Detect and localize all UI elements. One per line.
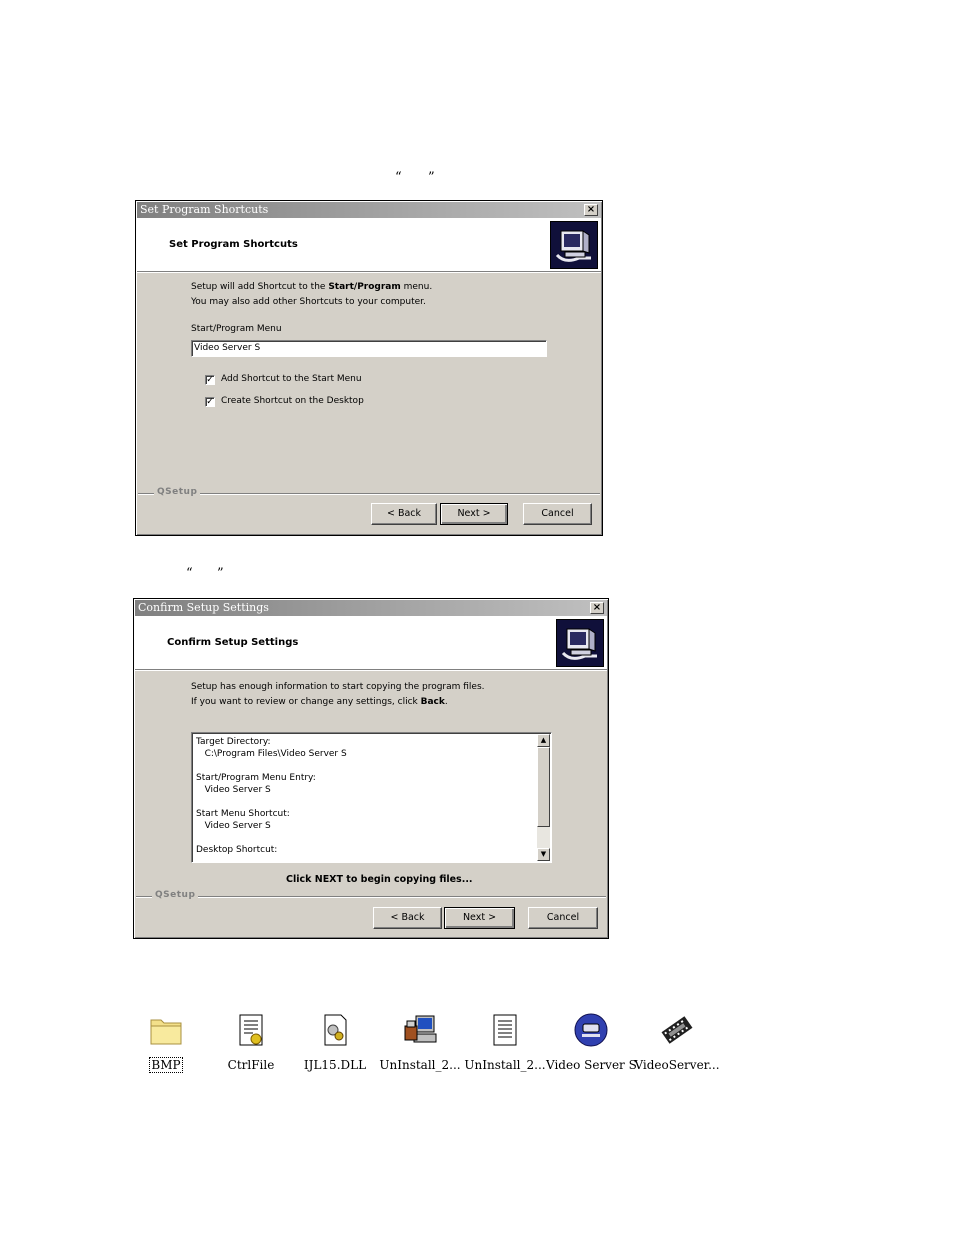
wizard-header: Set Program Shortcuts — [137, 218, 601, 272]
next-button[interactable]: Next > — [440, 503, 508, 525]
scroll-down-button[interactable]: ▼ — [537, 848, 550, 861]
intro-line1-post: menu. — [400, 282, 433, 292]
intro-line1-pre: Setup will add Shortcut to the — [191, 282, 329, 292]
vertical-scrollbar[interactable]: ▲ ▼ — [537, 734, 550, 861]
config-file-icon — [233, 1012, 269, 1048]
settings-summary-text: Target Directory: C:\Program Files\Video… — [196, 737, 347, 855]
file-label: UnInstall_2... — [379, 1058, 461, 1072]
window-title: Confirm Setup Settings — [138, 601, 269, 614]
scroll-up-button[interactable]: ▲ — [537, 734, 550, 747]
file-label-text: BMP — [149, 1057, 183, 1073]
divider — [138, 493, 600, 495]
intro-text: Setup will add Shortcut to the Start/Pro… — [191, 280, 432, 310]
header-title: Set Program Shortcuts — [169, 239, 298, 250]
file-label: VideoServer... — [634, 1058, 720, 1072]
add-start-menu-checkbox[interactable]: ✓ — [205, 375, 215, 385]
intro-line2-post: . — [444, 697, 448, 707]
computer-setup-icon — [550, 221, 598, 269]
intro-line1-bold: Start/Program — [328, 282, 401, 292]
create-desktop-shortcut-label[interactable]: Create Shortcut on the Desktop — [221, 396, 364, 406]
video-server-app-icon — [573, 1012, 609, 1048]
uninstall-program-icon — [402, 1012, 438, 1048]
scroll-thumb[interactable] — [537, 747, 550, 827]
file-label: CtrlFile — [227, 1058, 275, 1072]
window-title: Set Program Shortcuts — [140, 203, 269, 216]
title-bar[interactable]: Set Program Shortcuts × — [137, 202, 601, 218]
create-desktop-shortcut-checkbox[interactable]: ✓ — [205, 397, 215, 407]
qsetup-brand: QSetup — [152, 890, 199, 900]
next-button[interactable]: Next > — [444, 907, 515, 929]
file-label: Video Server S — [546, 1058, 637, 1072]
file-label: BMP — [121, 1057, 211, 1073]
cancel-button[interactable]: Cancel — [523, 503, 592, 525]
confirm-setup-settings-dialog: Confirm Setup Settings × Confirm Setup S… — [133, 598, 609, 939]
program-menu-input[interactable]: Video Server S — [191, 340, 547, 357]
file-label: UnInstall_2... — [464, 1058, 546, 1072]
cancel-button[interactable]: Cancel — [528, 907, 598, 929]
close-quote: ” — [217, 566, 224, 581]
intro-line2: You may also add other Shortcuts to your… — [191, 297, 426, 307]
close-quote: ” — [428, 170, 435, 185]
computer-setup-icon — [556, 619, 604, 667]
folder-icon — [148, 1012, 184, 1048]
begin-copy-message: Click NEXT to begin copying files... — [286, 874, 473, 885]
dll-file-icon — [317, 1012, 353, 1048]
qsetup-brand: QSetup — [154, 487, 201, 497]
header-title: Confirm Setup Settings — [167, 637, 299, 648]
back-button[interactable]: < Back — [373, 907, 442, 929]
divider — [136, 896, 606, 898]
add-start-menu-label[interactable]: Add Shortcut to the Start Menu — [221, 374, 362, 384]
back-button[interactable]: < Back — [371, 503, 437, 525]
intro-line2-bold: Back — [420, 697, 445, 707]
wizard-header: Confirm Setup Settings — [135, 616, 607, 670]
intro-line2-pre: If you want to review or change any sett… — [191, 697, 421, 707]
open-quote: “ — [395, 170, 402, 185]
close-button[interactable]: × — [584, 204, 598, 216]
intro-text: Setup has enough information to start co… — [191, 680, 485, 710]
set-program-shortcuts-dialog: Set Program Shortcuts × Set Program Shor… — [135, 200, 603, 536]
video-film-icon — [659, 1012, 695, 1048]
file-label: IJL15.DLL — [303, 1058, 367, 1072]
settings-summary-list[interactable]: Target Directory: C:\Program Files\Video… — [191, 732, 552, 863]
title-bar[interactable]: Confirm Setup Settings × — [135, 600, 607, 616]
open-quote: “ — [186, 566, 193, 581]
menu-label: Start/Program Menu — [191, 324, 282, 334]
intro-line1: Setup has enough information to start co… — [191, 682, 485, 692]
text-document-icon — [487, 1012, 523, 1048]
close-button[interactable]: × — [590, 602, 604, 614]
